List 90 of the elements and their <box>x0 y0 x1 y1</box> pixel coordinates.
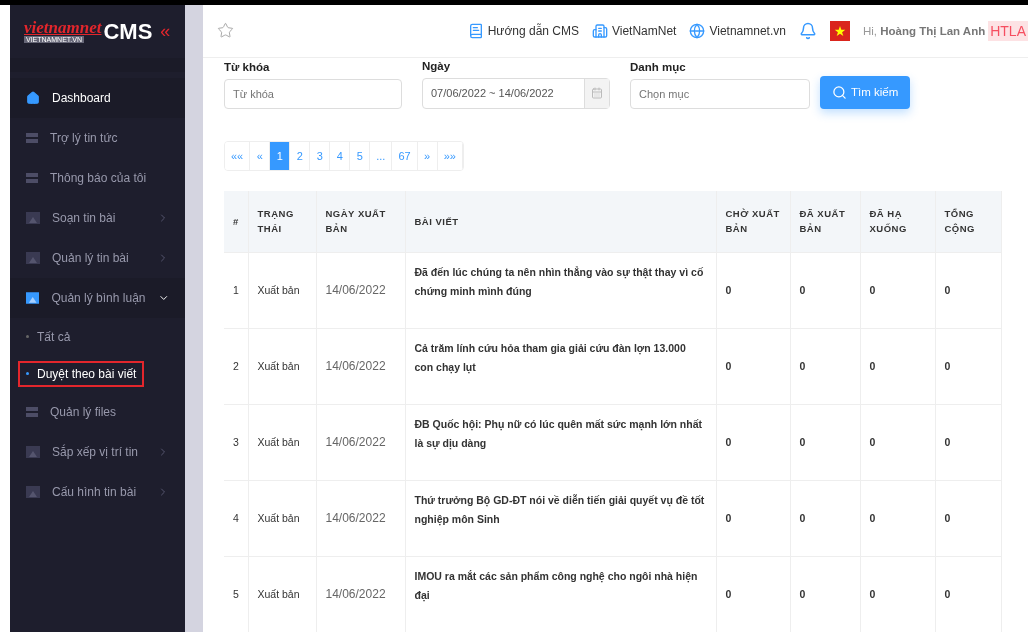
table-cell: 0 <box>716 252 790 328</box>
table-cell: 0 <box>860 328 935 404</box>
table-cell: 0 <box>860 480 935 556</box>
table-cell: Đã đến lúc chúng ta nên nhìn thẳng vào sự thật thay vì cố chứng minh mình đúng <box>405 252 716 328</box>
sidebar-item[interactable]: Thông báo của tôi <box>10 158 185 198</box>
table-cell: 0 <box>790 252 860 328</box>
star-icon[interactable] <box>217 22 234 40</box>
folder-icon <box>26 446 40 458</box>
building-icon <box>592 22 608 39</box>
table-cell: 3 <box>224 404 248 480</box>
column-header: TỔNG CỘNG <box>935 190 1001 252</box>
column-header: ĐÃ XUẤT BẢN <box>790 190 860 252</box>
search-icon <box>832 84 847 100</box>
header-link[interactable]: Hướng dẫn CMS <box>467 22 579 39</box>
table-cell: 0 <box>790 480 860 556</box>
table-cell: 4 <box>224 480 248 556</box>
table-cell: 0 <box>935 328 1001 404</box>
sidebar-item[interactable]: Quản lý files <box>10 392 185 432</box>
table-cell: Xuất bản <box>248 328 316 404</box>
table-cell: 0 <box>790 556 860 632</box>
header-link[interactable]: VietNamNet <box>592 22 677 39</box>
table-cell: 0 <box>935 556 1001 632</box>
list-icon <box>26 132 38 144</box>
folder-icon <box>26 252 40 264</box>
sidebar-subitem[interactable]: Tất cả <box>18 323 79 350</box>
sidebar-item[interactable]: Quản lý tin bài <box>10 238 185 278</box>
folder-icon <box>26 486 40 498</box>
table-cell: 0 <box>860 404 935 480</box>
table-cell: 14/06/2022 <box>316 480 405 556</box>
list-icon <box>26 406 38 418</box>
table-cell: 14/06/2022 <box>316 556 405 632</box>
table-cell: 14/06/2022 <box>316 404 405 480</box>
category-field[interactable]: Chọn mục <box>630 78 810 109</box>
field-label: Từ khóa <box>224 60 271 73</box>
table-cell: 14/06/2022 <box>316 328 405 404</box>
home-icon <box>26 91 40 105</box>
globe-icon <box>689 22 706 39</box>
table-cell: 5 <box>224 556 248 632</box>
table-cell: Xuất bản <box>248 480 316 556</box>
table-cell: 0 <box>790 404 860 480</box>
date-range-field[interactable]: 07/06/2022 ~ 14/06/2022 <box>422 77 610 109</box>
sidebar-item[interactable]: Trợ lý tin tức <box>10 118 185 158</box>
book-icon <box>467 22 484 39</box>
table-cell: 0 <box>935 252 1001 328</box>
table-cell: 0 <box>716 480 790 556</box>
table-cell: ĐB Quốc hội: Phụ nữ có lúc quên mất sức mạnh lớn nhất là sự dịu dàng <box>405 404 716 480</box>
table-cell: 0 <box>716 404 790 480</box>
column-header: BÀI VIẾT <box>405 190 716 252</box>
header-link[interactable]: Vietnamnet.vn <box>689 22 786 39</box>
column-header: # <box>224 190 248 252</box>
table-cell: IMOU ra mắt các sản phẩm công nghệ cho ngôi nhà hiện đại <box>405 556 716 632</box>
column-header: ĐÃ HẠ XUỐNG <box>860 190 935 252</box>
flag-icon[interactable] <box>829 20 850 41</box>
table-cell: 0 <box>716 328 790 404</box>
table-cell: 0 <box>860 252 935 328</box>
sidebar-item[interactable]: Dashboard <box>10 78 185 118</box>
collapse-button[interactable]: « <box>154 21 171 42</box>
column-header: NGÀY XUẤT BẢN <box>316 190 405 252</box>
table-cell: Xuất bản <box>248 404 316 480</box>
table-cell: 0 <box>935 480 1001 556</box>
sidebar-item[interactable]: Cấu hình tin bài <box>10 472 185 512</box>
column-header: TRẠNG THÁI <box>248 190 316 252</box>
field-label: Danh mục <box>630 60 687 73</box>
sidebar-item[interactable]: Soạn tin bài <box>10 198 185 238</box>
column-header: CHỜ XUẤT BẢN <box>716 190 790 252</box>
logo-product: CMS <box>103 18 153 45</box>
table-cell: Xuất bản <box>248 556 316 632</box>
table-cell: 1 <box>224 252 248 328</box>
sidebar-item[interactable]: Sắp xếp vị trí tin <box>10 432 185 472</box>
user-greeting: Hi, Hoàng Thị Lan Anh <box>862 24 986 37</box>
table-cell: Xuất bản <box>248 252 316 328</box>
table-cell: 14/06/2022 <box>316 252 405 328</box>
table-cell: 0 <box>716 556 790 632</box>
logo-text: vietnamnet <box>24 20 102 36</box>
table-cell: Thứ trưởng Bộ GD-ĐT nói về diễn tiến giải quyết vụ đề tốt nghiệp môn Sinh <box>405 480 716 556</box>
field-label: Ngày <box>422 59 452 72</box>
table-cell: 0 <box>935 404 1001 480</box>
list-icon <box>26 172 38 184</box>
table-cell: 0 <box>790 328 860 404</box>
calendar-icon <box>591 87 603 99</box>
sidebar-subitem[interactable]: Duyệt theo bài viết <box>18 360 145 387</box>
folder-icon <box>26 212 40 224</box>
folder-icon <box>26 292 40 304</box>
table-cell: Cả trăm lính cứu hỏa tham gia giải cứu đàn lợn 13.000 con chạy lụt <box>405 328 716 404</box>
table-cell: 2 <box>224 328 248 404</box>
sidebar-item[interactable]: Quản lý bình luận <box>10 278 185 318</box>
page-button[interactable]: «« <box>225 141 251 170</box>
keyword-field[interactable]: Từ khóa <box>224 78 402 109</box>
bell-icon[interactable] <box>798 21 817 40</box>
table-cell: 0 <box>860 556 935 632</box>
